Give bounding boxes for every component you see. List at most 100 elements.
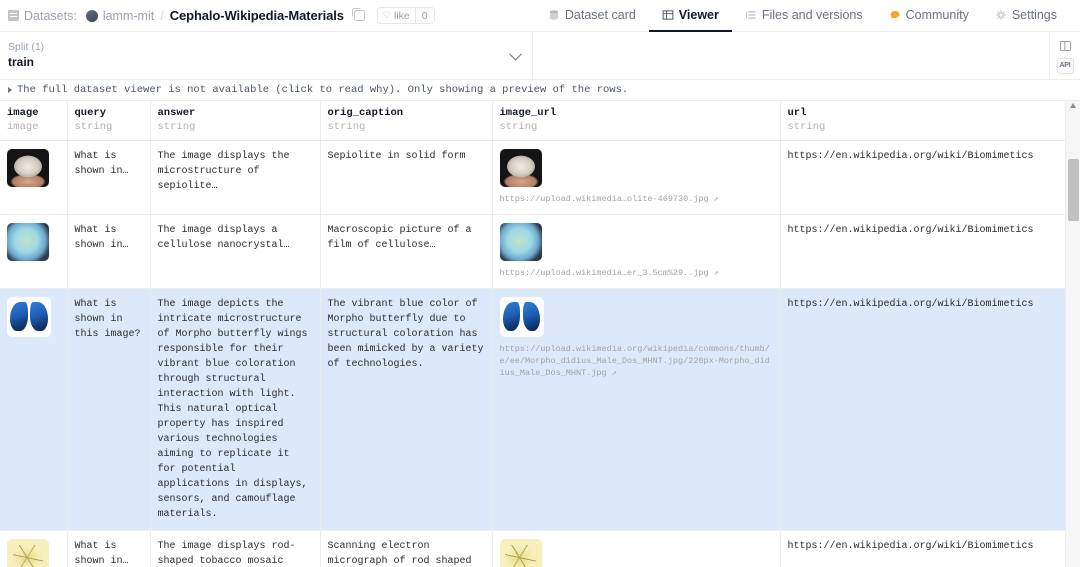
image-url-text: https://upload.wikimedia…er_3.5cm%29..jp… — [499, 267, 709, 278]
dataset-card-icon — [549, 9, 559, 20]
split-selector-value: train — [8, 55, 35, 70]
table-row[interactable]: What is shown in… The image displays rod… — [0, 530, 1066, 567]
external-link-icon: ↗ — [713, 195, 719, 205]
tab-community[interactable]: Community — [876, 0, 982, 32]
column-header-url[interactable]: url string — [780, 101, 1066, 142]
page-url-text: https://en.wikipedia.org/wiki/Biomimetic… — [787, 298, 1034, 310]
image-url-text: https://upload.wikimedia.org/wikipedia/c… — [499, 343, 770, 379]
column-name: url — [787, 107, 807, 119]
cell-answer: The image displays rod-shaped tobacco mo… — [150, 530, 321, 567]
cell-image[interactable] — [0, 288, 68, 531]
columns-icon — [1059, 40, 1071, 51]
scroll-up-arrow-icon[interactable] — [1070, 103, 1076, 108]
tobacco-mosaic-virus-thumbnail[interactable] — [7, 538, 49, 567]
sepiolite-rock-thumbnail[interactable] — [499, 149, 542, 188]
cell-image[interactable] — [0, 214, 68, 289]
dataset-preview-notice-text: The full dataset viewer is not available… — [17, 84, 629, 96]
morpho-butterfly-thumbnail[interactable] — [499, 296, 544, 337]
cell-image[interactable] — [0, 140, 68, 215]
column-type: string — [787, 121, 826, 134]
tab-viewer[interactable]: Viewer — [648, 0, 732, 32]
cell-image[interactable] — [0, 530, 68, 567]
column-name: orig_caption — [327, 107, 404, 119]
org-avatar — [85, 9, 98, 22]
column-name: image — [7, 107, 39, 119]
top-header-bar: Datasets: lamm-mit / Cephalo-Wikipedia-M… — [0, 0, 1080, 32]
cell-answer: The image depicts the intricate microstr… — [150, 288, 321, 531]
image-url-link[interactable]: https://upload.wikimedia…olite-469730.jp… — [500, 193, 773, 206]
column-header-answer[interactable]: answer string — [150, 101, 321, 142]
morpho-butterfly-thumbnail[interactable] — [7, 296, 51, 337]
column-type: string — [327, 121, 366, 134]
cell-url[interactable]: https://en.wikipedia.org/wiki/Biomimetic… — [780, 214, 1066, 289]
column-type: string — [74, 121, 113, 134]
community-icon — [890, 10, 899, 19]
tab-community-label: Community — [905, 7, 969, 22]
page-url-text: https://en.wikipedia.org/wiki/Biomimetic… — [787, 540, 1034, 552]
image-url-text: https://upload.wikimedia…olite-469730.jp… — [499, 194, 709, 205]
split-toolbar-spacer — [533, 32, 1049, 79]
like-button[interactable]: ♡ like 0 — [376, 7, 435, 24]
tab-files-and-versions-label: Files and versions — [761, 7, 863, 22]
table-row-selected[interactable]: What is shown in this image? The image d… — [0, 288, 1066, 531]
cell-query: What is shown in… — [67, 530, 151, 567]
column-header-orig-caption[interactable]: orig_caption string — [320, 101, 493, 142]
api-button[interactable]: API — [1056, 57, 1074, 74]
tab-dataset-card[interactable]: Dataset card — [535, 0, 649, 32]
api-label: API — [1059, 62, 1071, 69]
breadcrumb-section-label[interactable]: Datasets: — [24, 9, 77, 23]
column-type: string — [157, 121, 196, 134]
cell-url[interactable]: https://en.wikipedia.org/wiki/Biomimetic… — [780, 288, 1066, 531]
column-name: query — [74, 107, 107, 119]
cellulose-film-thumbnail[interactable] — [7, 222, 49, 261]
copy-icon[interactable] — [351, 8, 365, 21]
cell-query: What is shown in this image? — [67, 288, 151, 531]
column-type: image — [7, 121, 39, 134]
like-count: 0 — [414, 8, 434, 23]
table-grid-icon — [662, 9, 674, 20]
tab-viewer-label: Viewer — [678, 7, 719, 22]
split-toolbar: Split (1) train API — [0, 32, 1080, 80]
cell-image-url[interactable]: https://upload.wikimedia…oMosaicVirus.jp… — [492, 530, 781, 567]
gear-icon — [996, 9, 1006, 20]
tab-settings[interactable]: Settings — [982, 0, 1070, 32]
vertical-scroll-thumb[interactable] — [1068, 159, 1079, 221]
column-name: answer — [157, 107, 196, 119]
like-button-label-group: ♡ like — [378, 8, 415, 23]
image-url-link[interactable]: https://upload.wikimedia.org/wikipedia/c… — [500, 343, 773, 380]
main-nav-tabs: Dataset card Viewer Files and versions C… — [535, 0, 1070, 32]
tab-files-and-versions[interactable]: Files and versions — [732, 0, 876, 32]
dataset-preview-notice[interactable]: The full dataset viewer is not available… — [0, 80, 1080, 101]
cell-orig-caption: The vibrant blue color of Morpho butterf… — [320, 288, 493, 531]
column-header-image[interactable]: image image — [0, 101, 68, 142]
breadcrumb-separator: / — [160, 8, 164, 23]
page-title[interactable]: Cephalo-Wikipedia-Materials — [170, 8, 344, 23]
vertical-scrollbar[interactable] — [1065, 101, 1080, 567]
cell-orig-caption: Sepiolite in solid form — [320, 140, 493, 215]
cube-icon — [8, 10, 19, 21]
tobacco-mosaic-virus-thumbnail[interactable] — [499, 538, 542, 567]
sepiolite-rock-thumbnail[interactable] — [7, 149, 49, 188]
cell-url[interactable]: https://en.wikipedia.org/wiki/Biomimetic… — [780, 530, 1066, 567]
cell-orig-caption: Scanning electron micrograph of rod shap… — [320, 530, 493, 567]
cell-image-url[interactable]: https://upload.wikimedia.org/wikipedia/c… — [492, 288, 781, 531]
page-url-text: https://en.wikipedia.org/wiki/Biomimetic… — [787, 151, 1034, 163]
caret-right-icon — [8, 87, 12, 93]
dataset-table: image image query string answer string o… — [0, 101, 1066, 567]
cell-url[interactable]: https://en.wikipedia.org/wiki/Biomimetic… — [780, 140, 1066, 215]
column-header-image-url[interactable]: image_url string — [492, 101, 781, 142]
columns-toggle-button[interactable] — [1057, 38, 1074, 54]
cellulose-film-thumbnail[interactable] — [499, 222, 542, 261]
image-url-link[interactable]: https://upload.wikimedia…er_3.5cm%29..jp… — [500, 267, 773, 280]
table-row[interactable]: What is shown in… The image displays a c… — [0, 214, 1066, 289]
page-url-text: https://en.wikipedia.org/wiki/Biomimetic… — [787, 224, 1034, 236]
table-row[interactable]: What is shown in… The image displays the… — [0, 140, 1066, 215]
files-icon — [745, 10, 756, 19]
split-selector[interactable]: Split (1) train — [0, 32, 533, 79]
cell-image-url[interactable]: https://upload.wikimedia…olite-469730.jp… — [492, 140, 781, 215]
breadcrumb-org[interactable]: lamm-mit — [103, 9, 154, 23]
cell-image-url[interactable]: https://upload.wikimedia…er_3.5cm%29..jp… — [492, 214, 781, 289]
table-header-row: image image query string answer string o… — [0, 101, 1066, 142]
column-type: string — [499, 121, 538, 134]
column-header-query[interactable]: query string — [67, 101, 151, 142]
